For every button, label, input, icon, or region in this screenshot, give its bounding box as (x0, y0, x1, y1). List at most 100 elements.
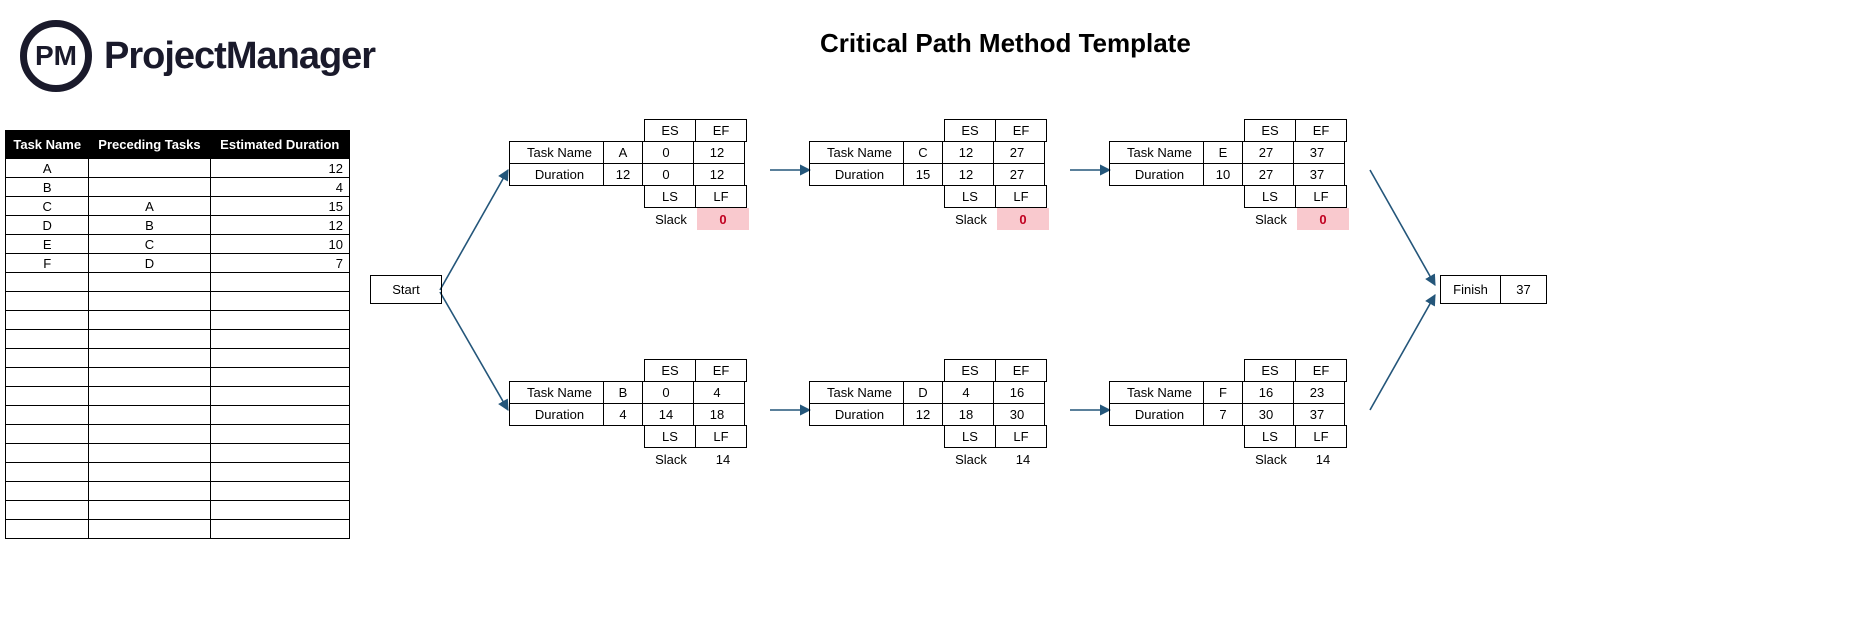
duration-label: Duration (809, 403, 904, 426)
task-table: Task Name Preceding Tasks Estimated Dura… (5, 130, 350, 539)
ef-label: EF (1295, 119, 1347, 142)
taskname-label: Task Name (809, 141, 904, 164)
ls-value: 0 (642, 163, 694, 186)
table-row (6, 330, 350, 349)
task-id: D (903, 381, 943, 404)
ef-value: 4 (693, 381, 745, 404)
table-row (6, 444, 350, 463)
es-value: 12 (942, 141, 994, 164)
table-row (6, 425, 350, 444)
col-header-prec: Preceding Tasks (89, 131, 210, 159)
slack-label: Slack (1245, 448, 1297, 470)
activity-node-F: ES EF Task Name F 16 23 Duration 7 30 37… (1110, 360, 1370, 470)
duration-label: Duration (509, 403, 604, 426)
slack-value: 0 (997, 208, 1049, 230)
duration-value: 10 (1203, 163, 1243, 186)
task-id: A (603, 141, 643, 164)
cpm-diagram: Start ES EF Task Name A 0 12 Duration 12… (370, 120, 1830, 500)
page-title: Critical Path Method Template (820, 28, 1191, 59)
table-row (6, 520, 350, 539)
ef-label: EF (695, 119, 747, 142)
duration-value: 12 (903, 403, 943, 426)
lf-label: LF (1295, 185, 1347, 208)
duration-value: 15 (903, 163, 943, 186)
lf-label: LF (1295, 425, 1347, 448)
ef-value: 23 (1293, 381, 1345, 404)
activity-node-C: ES EF Task Name C 12 27 Duration 15 12 2… (810, 120, 1070, 230)
table-row (6, 463, 350, 482)
ls-label: LS (644, 185, 696, 208)
ef-value: 16 (993, 381, 1045, 404)
taskname-label: Task Name (1109, 381, 1204, 404)
table-row (6, 311, 350, 330)
table-row: FD7 (6, 254, 350, 273)
activity-node-D: ES EF Task Name D 4 16 Duration 12 18 30… (810, 360, 1070, 470)
ls-value: 12 (942, 163, 994, 186)
col-header-dur: Estimated Duration (210, 131, 349, 159)
ls-value: 27 (1242, 163, 1294, 186)
activity-node-B: ES EF Task Name B 0 4 Duration 4 14 18 L… (510, 360, 770, 470)
col-header-name: Task Name (6, 131, 89, 159)
es-label: ES (644, 119, 696, 142)
lf-value: 27 (993, 163, 1045, 186)
slack-label: Slack (1245, 208, 1297, 230)
slack-value: 0 (1297, 208, 1349, 230)
pm-logo-icon: PM (20, 20, 92, 92)
duration-value: 7 (1203, 403, 1243, 426)
es-value: 0 (642, 141, 694, 164)
table-row: CA15 (6, 197, 350, 216)
ef-value: 37 (1293, 141, 1345, 164)
lf-label: LF (995, 425, 1047, 448)
ls-label: LS (944, 185, 996, 208)
finish-value: 37 (1501, 276, 1546, 303)
start-label: Start (371, 276, 441, 303)
slack-value: 14 (1297, 448, 1349, 470)
slack-label: Slack (945, 208, 997, 230)
es-value: 16 (1242, 381, 1294, 404)
task-id: E (1203, 141, 1243, 164)
finish-node: Finish 37 (1440, 275, 1547, 304)
ef-value: 27 (993, 141, 1045, 164)
es-label: ES (1244, 359, 1296, 382)
slack-label: Slack (645, 448, 697, 470)
slack-value: 0 (697, 208, 749, 230)
task-id: F (1203, 381, 1243, 404)
ls-label: LS (1244, 185, 1296, 208)
lf-value: 37 (1293, 163, 1345, 186)
taskname-label: Task Name (809, 381, 904, 404)
ls-label: LS (1244, 425, 1296, 448)
ef-label: EF (995, 359, 1047, 382)
duration-value: 4 (603, 403, 643, 426)
duration-label: Duration (809, 163, 904, 186)
lf-label: LF (995, 185, 1047, 208)
table-row (6, 292, 350, 311)
duration-label: Duration (509, 163, 604, 186)
table-row (6, 368, 350, 387)
ef-value: 12 (693, 141, 745, 164)
lf-value: 12 (693, 163, 745, 186)
taskname-label: Task Name (1109, 141, 1204, 164)
lf-value: 37 (1293, 403, 1345, 426)
es-value: 27 (1242, 141, 1294, 164)
activity-node-A: ES EF Task Name A 0 12 Duration 12 0 12 … (510, 120, 770, 230)
ls-value: 14 (642, 403, 694, 426)
slack-label: Slack (945, 448, 997, 470)
table-row: B4 (6, 178, 350, 197)
ls-label: LS (644, 425, 696, 448)
task-id: B (603, 381, 643, 404)
lf-value: 18 (693, 403, 745, 426)
table-row (6, 501, 350, 520)
ef-label: EF (995, 119, 1047, 142)
ls-value: 18 (942, 403, 994, 426)
es-label: ES (1244, 119, 1296, 142)
table-row (6, 482, 350, 501)
lf-value: 30 (993, 403, 1045, 426)
lf-label: LF (695, 185, 747, 208)
finish-label: Finish (1441, 276, 1501, 303)
es-label: ES (644, 359, 696, 382)
start-node: Start (370, 275, 442, 304)
table-row (6, 349, 350, 368)
slack-value: 14 (997, 448, 1049, 470)
duration-label: Duration (1109, 163, 1204, 186)
es-value: 0 (642, 381, 694, 404)
